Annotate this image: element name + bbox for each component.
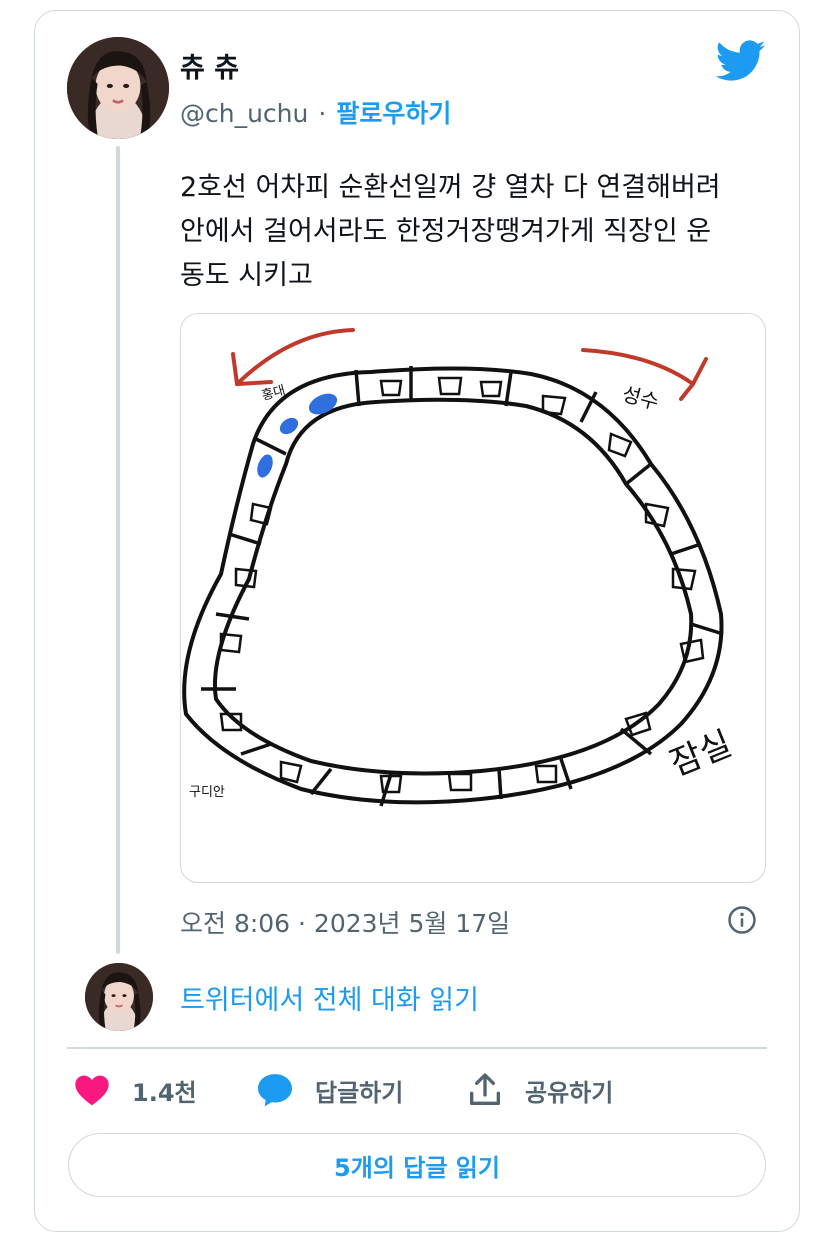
tweet-media-drawing[interactable]: 홍대 성수 잠실 구디안: [180, 313, 766, 883]
speech-bubble-icon: [258, 1074, 292, 1107]
tweet-text-line: 안에서 걸어서라도 한정거장땡겨가게 직장인 운: [180, 216, 712, 247]
info-icon[interactable]: [727, 905, 757, 935]
reply-avatar[interactable]: [85, 963, 153, 1031]
label-guro: 구디안: [189, 785, 225, 800]
passenger-marks: [257, 393, 338, 478]
label-jamsil: 잠실: [664, 724, 737, 785]
label-seongsu: 성수: [620, 382, 662, 415]
follow-button[interactable]: 팔로우하기: [336, 99, 451, 128]
read-full-conversation-link[interactable]: 트위터에서 전체 대화 읽기: [180, 978, 479, 1017]
loop-inner-track: [212, 397, 694, 776]
share-button[interactable]: 공유하기: [465, 1070, 613, 1110]
share-label: 공유하기: [525, 1078, 614, 1107]
loop-outer-track: [182, 366, 724, 805]
author-display-name[interactable]: 츄 츄: [180, 46, 239, 85]
thread-line: [116, 146, 120, 954]
divider: [67, 1047, 767, 1049]
author-avatar[interactable]: [67, 37, 169, 139]
author-handle[interactable]: @ch_uchu: [180, 99, 308, 128]
tweet-text: 2호선 어차피 순환선일꺼 걍 열차 다 연결해버려 안에서 걸어서라도 한정거…: [180, 166, 780, 298]
heart-icon: [75, 1075, 109, 1106]
reply-button[interactable]: 답글하기: [255, 1070, 403, 1110]
like-button[interactable]: 1.4천: [72, 1070, 197, 1110]
tweet-timestamp[interactable]: 오전 8:06 · 2023년 5월 17일: [180, 904, 510, 940]
share-icon: [470, 1073, 500, 1105]
tweet-text-line: 동도 시키고: [180, 260, 313, 291]
separator: ·: [318, 99, 327, 128]
reply-label: 답글하기: [315, 1078, 404, 1107]
twitter-bird-icon[interactable]: [716, 40, 766, 82]
read-replies-button[interactable]: 5개의 답글 읽기: [68, 1133, 766, 1197]
like-count: 1.4천: [132, 1078, 197, 1107]
tweet-text-line: 2호선 어차피 순환선일꺼 걍 열차 다 연결해버려: [180, 172, 721, 203]
author-handle-row: @ch_uchu · 팔로우하기: [180, 94, 451, 130]
